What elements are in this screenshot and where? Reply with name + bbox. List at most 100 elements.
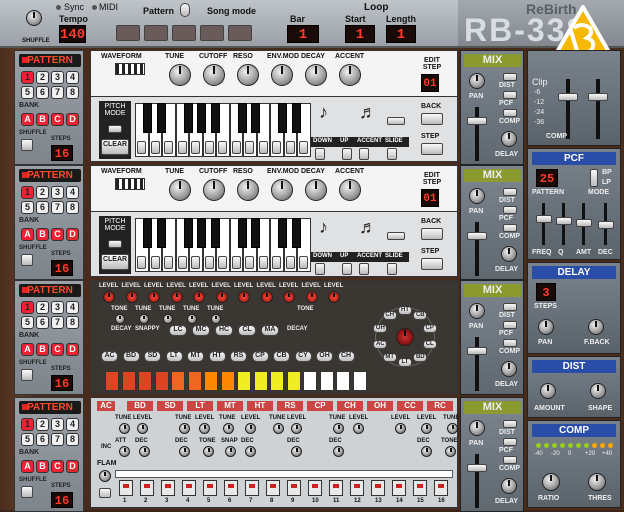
808-voice-bd[interactable]: BD — [122, 351, 140, 362]
mixer-pcf-toggle[interactable] — [503, 438, 517, 446]
synth2-knob-reso[interactable] — [237, 179, 259, 201]
mixer-fader[interactable] — [467, 232, 487, 240]
mixer-fader[interactable] — [467, 117, 487, 125]
808-select-ma[interactable]: MA — [261, 325, 279, 336]
808-voice-mt[interactable]: MT — [187, 351, 204, 362]
909-level-knob-5[interactable] — [245, 423, 256, 434]
909-dec-knob-b2[interactable] — [179, 446, 190, 457]
song-mode-label[interactable]: Song mode — [207, 6, 256, 16]
909-step-button-9[interactable] — [287, 480, 301, 496]
synth1-knob-env-mod[interactable] — [271, 64, 293, 86]
pattern-button-1[interactable]: 1 — [21, 186, 34, 199]
shuffle-knob[interactable] — [26, 10, 42, 26]
808-select-lc[interactable]: LC — [169, 325, 187, 336]
808-voice-oh[interactable]: OH — [316, 351, 333, 362]
pattern-button-1[interactable]: 1 — [21, 71, 34, 84]
909-tune-knob-0[interactable] — [119, 423, 130, 434]
mixer-pcf-toggle[interactable] — [503, 321, 517, 329]
808-step-button-12[interactable] — [286, 371, 301, 391]
909-step-button-14[interactable] — [392, 480, 406, 496]
909-tune-knob-8[interactable] — [333, 423, 344, 434]
808-step-button-15[interactable] — [336, 371, 350, 391]
mode-toggle[interactable] — [180, 3, 190, 17]
pattern-button-5[interactable]: 5 — [21, 433, 34, 446]
808-step-button-8[interactable] — [220, 371, 235, 391]
808-ring-cp[interactable]: CP — [422, 323, 437, 333]
909-dec-knob-b6[interactable] — [291, 446, 302, 457]
steps-display[interactable]: 16 — [51, 492, 73, 508]
synth1-knob-reso[interactable] — [237, 64, 259, 86]
808-step-button-7[interactable] — [204, 371, 218, 391]
mixer-delay-knob[interactable] — [501, 361, 517, 377]
909-step-button-12[interactable] — [350, 480, 364, 496]
mixer-dist-toggle[interactable] — [503, 420, 517, 428]
shuffle-toggle[interactable] — [21, 139, 33, 151]
pattern-button-2[interactable]: 2 — [36, 418, 49, 431]
pattern-button-4[interactable]: 4 — [66, 71, 79, 84]
bank-button-B[interactable]: B — [36, 343, 49, 356]
909-dec-knob-b5[interactable] — [245, 446, 256, 457]
909-step-button-6[interactable] — [224, 480, 238, 496]
pattern-button-6[interactable]: 6 — [36, 316, 49, 329]
pattern-button-8[interactable]: 8 — [66, 201, 79, 214]
synth1-knob-tune[interactable] — [169, 64, 191, 86]
mixer-pcf-toggle[interactable] — [503, 91, 517, 99]
pattern-button-8[interactable]: 8 — [66, 433, 79, 446]
bank-button-A[interactable]: A — [21, 228, 34, 241]
pcf-fader[interactable] — [598, 221, 614, 229]
clear-button-2[interactable]: CLEAR — [101, 254, 129, 270]
mixer-fader-track[interactable] — [475, 107, 479, 161]
mixer-delay-knob[interactable] — [501, 131, 517, 147]
808-ring-mt[interactable]: MT — [382, 353, 397, 363]
pitch-mode-button-2[interactable] — [108, 240, 122, 248]
pcf-fader[interactable] — [576, 219, 592, 227]
pitch-mode-button[interactable] — [108, 125, 122, 133]
pattern-button-4[interactable]: 4 — [66, 186, 79, 199]
909-tone-knob-b3[interactable] — [203, 446, 214, 457]
synth2-knob-env-mod[interactable] — [271, 179, 293, 201]
play-button[interactable] — [144, 25, 168, 41]
shuffle-toggle[interactable] — [21, 254, 33, 266]
mixer-dist-toggle[interactable] — [503, 303, 517, 311]
steps-display[interactable]: 16 — [51, 145, 73, 161]
909-step-button-8[interactable] — [266, 480, 280, 496]
808-level-knob[interactable] — [103, 291, 115, 303]
pattern-button-5[interactable]: 5 — [21, 201, 34, 214]
808-tune-knob-3[interactable] — [187, 314, 197, 324]
pattern-button-2[interactable]: 2 — [36, 71, 49, 84]
pattern-button-1[interactable]: 1 — [21, 418, 34, 431]
909-level-knob-9[interactable] — [353, 423, 364, 434]
808-step-button-10[interactable] — [253, 371, 268, 391]
808-voice-cy[interactable]: CY — [294, 351, 312, 362]
mixer-fader-track[interactable] — [475, 222, 479, 276]
pattern-button-3[interactable]: 3 — [51, 186, 64, 199]
808-voice-ac[interactable]: AC — [101, 351, 118, 362]
808-step-button-5[interactable] — [171, 371, 185, 391]
909-step-button-4[interactable] — [182, 480, 196, 496]
pattern-button-3[interactable]: 3 — [51, 71, 64, 84]
808-voice-selector-knob[interactable] — [396, 328, 414, 346]
pattern-button-4[interactable]: 4 — [66, 301, 79, 314]
808-step-button-3[interactable] — [138, 371, 152, 391]
mixer-pan-knob[interactable] — [469, 188, 485, 204]
mixer-fader-track[interactable] — [475, 454, 479, 508]
pattern-button-4[interactable]: 4 — [66, 418, 79, 431]
record-button[interactable] — [228, 25, 252, 41]
bank-button-A[interactable]: A — [21, 460, 34, 473]
808-tune-knob-1[interactable] — [139, 314, 149, 324]
808-level-knob[interactable] — [215, 291, 228, 303]
waveform-switch-2[interactable] — [115, 178, 145, 190]
808-ring-ac[interactable]: AC — [373, 340, 388, 350]
synth2-knob-accent[interactable] — [339, 179, 361, 201]
909-flam-knob[interactable] — [99, 470, 111, 482]
mixer-comp-toggle[interactable] — [503, 456, 517, 464]
909-step-button-15[interactable] — [413, 480, 427, 496]
forward-button[interactable] — [200, 25, 224, 41]
909-step-button-1[interactable] — [119, 480, 133, 496]
bank-button-B[interactable]: B — [36, 228, 49, 241]
808-level-knob[interactable] — [193, 291, 205, 303]
pattern-button-3[interactable]: 3 — [51, 418, 64, 431]
808-level-knob[interactable] — [305, 291, 318, 303]
pattern-button-6[interactable]: 6 — [36, 201, 49, 214]
pattern-button-7[interactable]: 7 — [51, 86, 64, 99]
